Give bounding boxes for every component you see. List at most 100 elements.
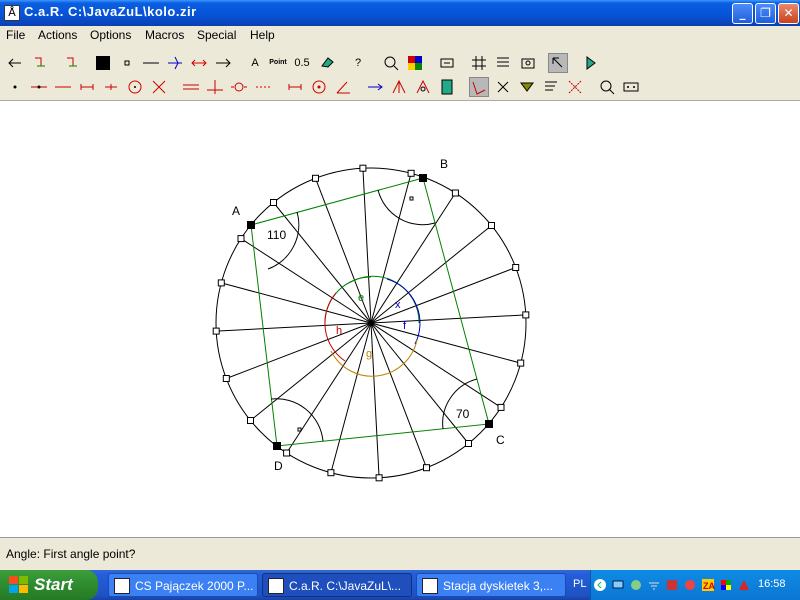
fill-tool-icon[interactable]	[517, 77, 537, 97]
align-icon[interactable]	[493, 53, 513, 73]
language-indicator[interactable]: PL	[573, 578, 586, 590]
vector-tool-icon[interactable]	[365, 77, 385, 97]
title-bar[interactable]: Å C.a.R. C:\JavaZuL\kolo.zir _ ❐ ✕	[0, 0, 800, 26]
circle-point-handle[interactable]	[375, 474, 383, 482]
text-tool-icon[interactable]: A	[245, 53, 265, 73]
sync-icon[interactable]	[629, 578, 643, 592]
spoke-line[interactable]	[370, 267, 516, 324]
back-arrow-icon[interactable]	[5, 53, 25, 73]
camera-icon[interactable]	[518, 53, 538, 73]
spoke-line[interactable]	[370, 173, 412, 324]
circle-point-handle[interactable]	[247, 417, 254, 424]
circle-point-handle[interactable]	[237, 235, 245, 243]
circle-point-handle[interactable]	[212, 327, 220, 335]
fixed-segment-icon[interactable]	[101, 77, 121, 97]
circle-point-handle[interactable]	[512, 264, 520, 271]
spoke-line[interactable]	[221, 282, 372, 324]
point-C[interactable]	[485, 420, 493, 428]
parallel-tool-icon[interactable]	[181, 77, 201, 97]
menu-options[interactable]: Options	[90, 28, 131, 42]
drawing-canvas[interactable]: A B C D 110 70 e x f g h	[0, 100, 800, 537]
task-button-1[interactable]: CS Pajączek 2000 P...	[108, 573, 258, 597]
spoke-line[interactable]	[370, 322, 469, 444]
shield-icon[interactable]	[683, 578, 697, 592]
arrow-both-icon[interactable]	[189, 53, 209, 73]
select-pointer-icon[interactable]	[548, 53, 568, 73]
circle-point-handle[interactable]	[451, 189, 459, 197]
dotted-line-icon[interactable]	[253, 77, 273, 97]
intersection-icon[interactable]	[165, 53, 185, 73]
circle-point-handle[interactable]	[327, 469, 335, 477]
point-A[interactable]	[247, 221, 255, 229]
circle-point-handle[interactable]	[517, 359, 525, 367]
spoke-line[interactable]	[330, 322, 372, 473]
angle-arc-C[interactable]	[442, 378, 478, 430]
close-button[interactable]: ✕	[778, 3, 799, 24]
help-icon[interactable]: ?	[348, 53, 368, 73]
tray-arrow-icon[interactable]	[593, 578, 607, 592]
maximize-button[interactable]: ❐	[755, 3, 776, 24]
expression-tool-icon[interactable]	[621, 77, 641, 97]
spoke-line[interactable]	[370, 322, 427, 468]
app-tray-icon[interactable]	[719, 578, 733, 592]
circle-point-handle[interactable]	[423, 464, 430, 472]
circle-point-handle[interactable]	[497, 403, 505, 411]
grid-icon[interactable]	[469, 53, 489, 73]
point-D[interactable]	[273, 442, 281, 450]
point-B[interactable]	[419, 174, 427, 182]
circle-tool-icon[interactable]	[125, 77, 145, 97]
start-button[interactable]: Start	[0, 570, 98, 600]
color-palette-icon[interactable]	[405, 53, 425, 73]
spoke-line[interactable]	[216, 322, 372, 332]
wifi-icon[interactable]	[647, 578, 661, 592]
minimize-button[interactable]: _	[732, 3, 753, 24]
circle-point-handle[interactable]	[522, 311, 530, 319]
menu-actions[interactable]: Actions	[38, 28, 77, 42]
point-label-icon[interactable]: Point	[268, 53, 288, 73]
perpendicular-tool-icon[interactable]	[205, 77, 225, 97]
delete-tool-icon[interactable]	[493, 77, 513, 97]
line-tool-icon[interactable]	[29, 77, 49, 97]
color-black-icon[interactable]	[93, 53, 113, 73]
spoke-line[interactable]	[370, 192, 456, 324]
zoom-tool-icon[interactable]	[597, 77, 617, 97]
spoke-line[interactable]	[273, 202, 372, 324]
midpoint-tool-icon[interactable]	[229, 77, 249, 97]
menu-macros[interactable]: Macros	[145, 28, 184, 42]
menu-special[interactable]: Special	[197, 28, 236, 42]
spoke-line[interactable]	[370, 322, 521, 364]
circle-point-handle[interactable]	[359, 164, 367, 172]
spoke-line[interactable]	[370, 322, 380, 478]
macro-tool-icon[interactable]	[565, 77, 585, 97]
circle-point-handle[interactable]	[465, 440, 472, 447]
spoke-line[interactable]	[370, 225, 492, 324]
angle-arc-x[interactable]	[386, 278, 421, 345]
undo-icon[interactable]	[30, 53, 50, 73]
menu-help[interactable]: Help	[250, 28, 275, 42]
ray-tool-icon[interactable]	[53, 77, 73, 97]
polygon-tool-icon[interactable]	[469, 77, 489, 97]
circle-center-icon[interactable]	[309, 77, 329, 97]
angle-arc-B[interactable]	[377, 189, 436, 226]
point-size-icon[interactable]	[117, 53, 137, 73]
rotate-tool-icon[interactable]	[413, 77, 433, 97]
circle-point-handle[interactable]	[312, 174, 319, 182]
line-thick-icon[interactable]	[141, 53, 161, 73]
spoke-line[interactable]	[370, 314, 526, 324]
hide-icon[interactable]	[437, 53, 457, 73]
redo-icon[interactable]	[62, 53, 82, 73]
segment-tool-icon[interactable]	[77, 77, 97, 97]
play-icon[interactable]	[580, 53, 600, 73]
paint-icon[interactable]	[318, 53, 338, 73]
zoom-icon[interactable]	[381, 53, 401, 73]
reflect-tool-icon[interactable]	[389, 77, 409, 97]
zonealarm-icon[interactable]: ZA	[701, 578, 715, 592]
antivirus-icon[interactable]	[737, 578, 751, 592]
circle-point-handle[interactable]	[270, 199, 277, 206]
intersection-tool-icon[interactable]	[149, 77, 169, 97]
task-button-2[interactable]: C.a.R. C:\JavaZuL\...	[262, 573, 412, 597]
distance-tool-icon[interactable]	[285, 77, 305, 97]
decimal-icon[interactable]: 0.5	[292, 53, 312, 73]
circle-point-handle[interactable]	[407, 169, 415, 177]
geometry-figure[interactable]: A B C D 110 70 e x f g h	[0, 101, 800, 537]
